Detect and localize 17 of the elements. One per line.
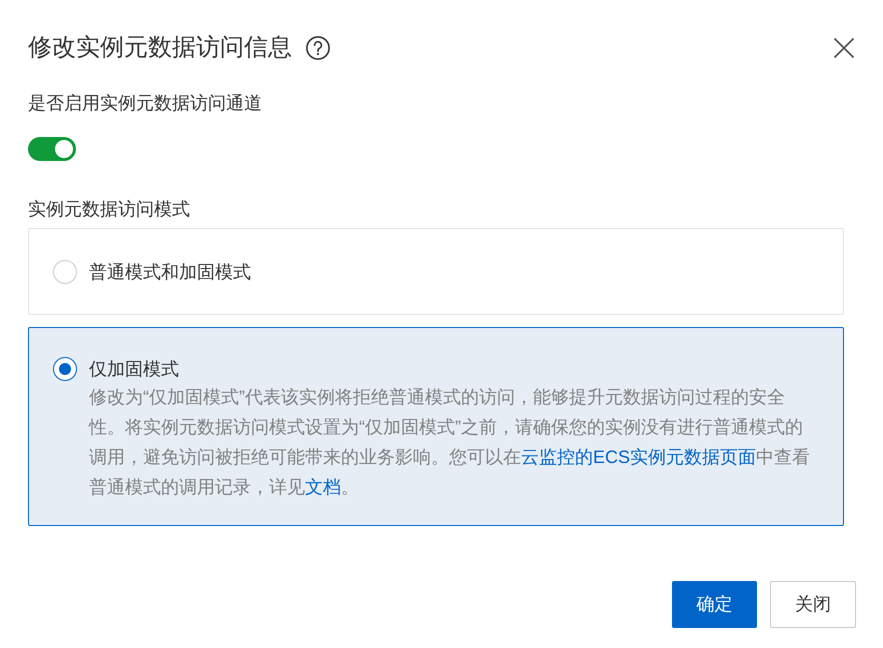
option-title: 普通模式和加固模式 xyxy=(89,260,251,284)
cancel-button[interactable]: 关闭 xyxy=(770,581,856,628)
radio-button[interactable] xyxy=(53,357,77,381)
field-label: 是否启用实例元数据访问通道 xyxy=(28,92,263,115)
toggle-switch[interactable] xyxy=(28,137,76,161)
dialog-title: 修改实例元数据访问信息 xyxy=(28,33,292,63)
option-description: 修改为“仅加固模式”代表该实例将拒绝普通模式的访问，能够提升元数据访问过程的安全性。将实例元数据访问模式设置为“仅加固模式”之前，请确保您的实例没有进行普通模式的调用，避免访问被拒绝可能带来的业务影响。您可以在云监控的ECS实例元数据页面中查看普通模式的调用记录，详见文档。 xyxy=(89,386,811,499)
field-label: 实例元数据访问模式 xyxy=(28,198,191,221)
option-card[interactable]: 普通模式和加固模式 xyxy=(28,228,844,315)
confirm-button[interactable]: 确定 xyxy=(672,581,757,628)
close-icon xyxy=(834,38,854,58)
option-title: 仅加固模式 xyxy=(89,358,180,381)
dialog-close-button[interactable] xyxy=(834,38,854,58)
inline-link[interactable]: 云监控的ECS实例元数据页面 xyxy=(521,447,756,467)
option-card[interactable]: 仅加固模式 修改为“仅加固模式”代表该实例将拒绝普通模式的访问，能够提升元数据访问过程的安全性。将实例元数据访问模式设置为“仅加固模式”之前，请确保您的实例没有进行普通模式的调用，避免访问被拒绝可能带来的业务影响。您可以在云监控的ECS实例元数据页面中查看普通模式的调用记录，详见文档。 xyxy=(28,327,844,526)
inline-link[interactable]: 文档 xyxy=(305,477,341,497)
help-icon[interactable] xyxy=(306,36,330,60)
